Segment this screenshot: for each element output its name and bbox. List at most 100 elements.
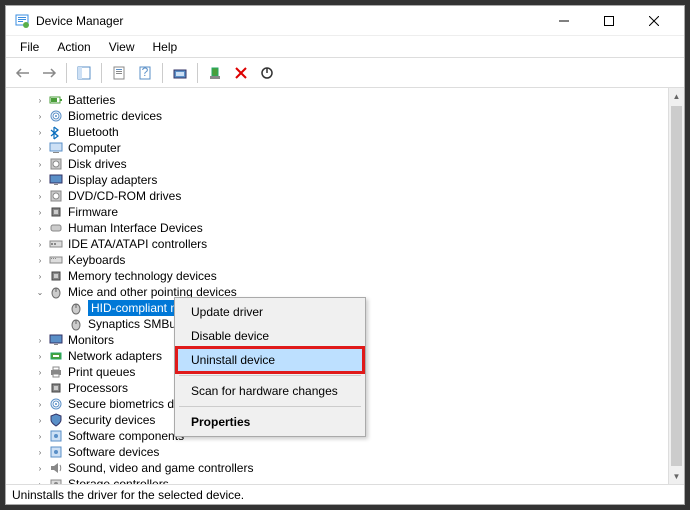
- tree-node[interactable]: ›Batteries: [16, 92, 668, 108]
- tree-node-label: Software devices: [68, 445, 159, 459]
- show-hide-button[interactable]: [73, 62, 95, 84]
- help-button[interactable]: ?: [134, 62, 156, 84]
- tree-node[interactable]: ›Computer: [16, 140, 668, 156]
- software-icon: [48, 428, 64, 444]
- chevron-right-icon[interactable]: ›: [32, 432, 48, 441]
- tree-node[interactable]: ›Sound, video and game controllers: [16, 460, 668, 476]
- scroll-up-button[interactable]: ▲: [669, 88, 684, 104]
- chevron-right-icon[interactable]: ›: [32, 336, 48, 345]
- chevron-right-icon[interactable]: ›: [32, 160, 48, 169]
- menu-separator: [179, 375, 361, 376]
- status-text: Uninstalls the driver for the selected d…: [12, 488, 244, 502]
- context-menu-item[interactable]: Uninstall device: [177, 348, 363, 372]
- menu-action[interactable]: Action: [49, 38, 98, 56]
- toolbar-separator: [101, 63, 102, 83]
- toolbar: ?: [6, 58, 684, 88]
- tree-node[interactable]: ›Keyboards: [16, 252, 668, 268]
- chevron-right-icon[interactable]: ›: [32, 240, 48, 249]
- chevron-right-icon[interactable]: ›: [32, 480, 48, 485]
- chevron-right-icon[interactable]: ›: [32, 368, 48, 377]
- chevron-right-icon[interactable]: ›: [32, 112, 48, 121]
- chevron-right-icon[interactable]: ›: [32, 128, 48, 137]
- scroll-thumb[interactable]: [671, 106, 682, 466]
- chevron-right-icon[interactable]: ›: [32, 384, 48, 393]
- menu-separator: [179, 406, 361, 407]
- back-button[interactable]: [12, 62, 34, 84]
- context-menu-item[interactable]: Scan for hardware changes: [177, 379, 363, 403]
- context-menu-item[interactable]: Update driver: [177, 300, 363, 324]
- chevron-right-icon[interactable]: ›: [32, 416, 48, 425]
- scan-button[interactable]: [169, 62, 191, 84]
- context-menu: Update driverDisable deviceUninstall dev…: [174, 297, 366, 437]
- menu-file[interactable]: File: [12, 38, 47, 56]
- mouse-icon: [68, 316, 84, 332]
- chevron-down-icon[interactable]: ⌄: [32, 288, 48, 297]
- chevron-right-icon[interactable]: ›: [32, 464, 48, 473]
- chevron-right-icon[interactable]: ›: [32, 192, 48, 201]
- tree-node-label: Bluetooth: [68, 125, 119, 139]
- tree-node-label: Display adapters: [68, 173, 157, 187]
- hid-icon: [48, 220, 64, 236]
- window-title: Device Manager: [36, 14, 541, 28]
- tree-node[interactable]: › Memory technology devices: [16, 268, 668, 284]
- uninstall-button[interactable]: [230, 62, 252, 84]
- context-menu-item[interactable]: Disable device: [177, 324, 363, 348]
- tree-node-label: Storage controllers: [68, 477, 169, 484]
- scroll-down-button[interactable]: ▼: [669, 468, 684, 484]
- tree-node-label: Human Interface Devices: [68, 221, 203, 235]
- chevron-right-icon[interactable]: ›: [32, 144, 48, 153]
- tree-node-label: Biometric devices: [68, 109, 162, 123]
- chevron-right-icon[interactable]: ›: [32, 400, 48, 409]
- chevron-right-icon[interactable]: ›: [32, 208, 48, 217]
- tree-node[interactable]: › Software devices: [16, 444, 668, 460]
- app-icon: [14, 13, 30, 29]
- mouse-icon: [48, 284, 64, 300]
- disable-button[interactable]: [256, 62, 278, 84]
- vertical-scrollbar[interactable]: ▲ ▼: [668, 88, 684, 484]
- chevron-right-icon[interactable]: ›: [32, 448, 48, 457]
- maximize-button[interactable]: [586, 6, 631, 35]
- device-manager-window: Device Manager File Action View Help ?: [5, 5, 685, 505]
- tree-node[interactable]: › Bluetooth: [16, 124, 668, 140]
- chip-icon: [48, 204, 64, 220]
- tree-node-label: Memory technology devices: [68, 269, 217, 283]
- chevron-right-icon[interactable]: ›: [32, 224, 48, 233]
- tree-node-label: Disk drives: [68, 157, 127, 171]
- tree-node[interactable]: › Display adapters: [16, 172, 668, 188]
- close-button[interactable]: [631, 6, 676, 35]
- minimize-button[interactable]: [541, 6, 586, 35]
- chevron-right-icon[interactable]: ›: [32, 352, 48, 361]
- computer-icon: [48, 140, 64, 156]
- menu-view[interactable]: View: [101, 38, 143, 56]
- forward-button[interactable]: [38, 62, 60, 84]
- tree-node[interactable]: › Storage controllers: [16, 476, 668, 484]
- chevron-right-icon[interactable]: ›: [32, 176, 48, 185]
- chevron-right-icon[interactable]: ›: [32, 272, 48, 281]
- tree-node[interactable]: › Biometric devices: [16, 108, 668, 124]
- software-icon: [48, 444, 64, 460]
- tree-node[interactable]: › Disk drives: [16, 156, 668, 172]
- chevron-right-icon[interactable]: ›: [32, 96, 48, 105]
- sound-icon: [48, 460, 64, 476]
- disk-icon: [48, 188, 64, 204]
- tree-node[interactable]: › Human Interface Devices: [16, 220, 668, 236]
- chevron-right-icon[interactable]: ›: [32, 256, 48, 265]
- disk-icon: [48, 156, 64, 172]
- tree-node-label: Monitors: [68, 333, 114, 347]
- properties-button[interactable]: [108, 62, 130, 84]
- storage-icon: [48, 476, 64, 484]
- tree-node-label: Print queues: [68, 365, 135, 379]
- toolbar-separator: [197, 63, 198, 83]
- tree-node[interactable]: ›DVD/CD-ROM drives: [16, 188, 668, 204]
- toolbar-separator: [162, 63, 163, 83]
- printer-icon: [48, 364, 64, 380]
- tree-node-label: Firmware: [68, 205, 118, 219]
- menu-help[interactable]: Help: [145, 38, 186, 56]
- keyboard-icon: [48, 252, 64, 268]
- fingerprint-icon: [48, 108, 64, 124]
- update-driver-button[interactable]: [204, 62, 226, 84]
- tree-node[interactable]: ›IDE ATA/ATAPI controllers: [16, 236, 668, 252]
- tree-node[interactable]: › Firmware: [16, 204, 668, 220]
- bluetooth-icon: [48, 124, 64, 140]
- context-menu-item[interactable]: Properties: [177, 410, 363, 434]
